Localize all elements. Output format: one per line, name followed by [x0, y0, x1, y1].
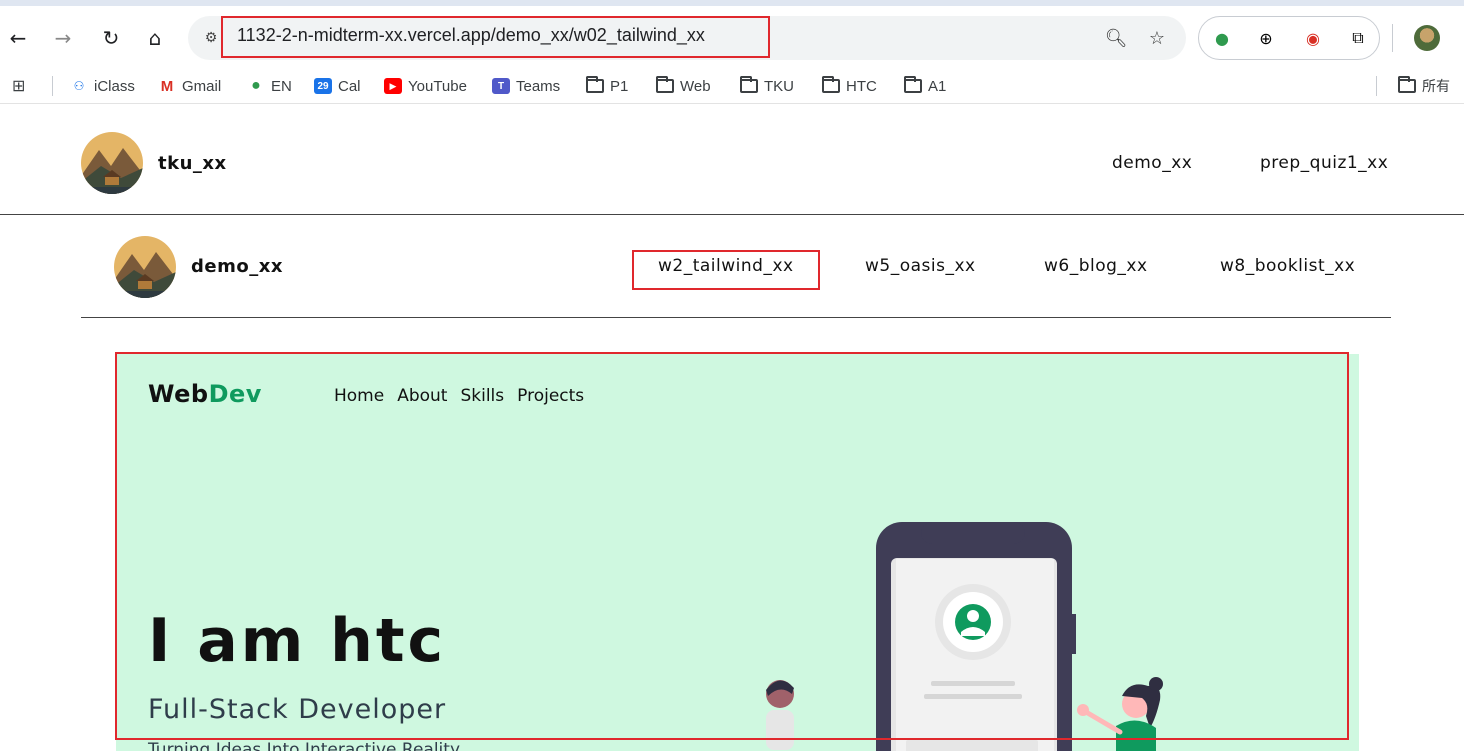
logo-accent: Dev: [208, 380, 262, 408]
gmail-icon: M: [160, 77, 174, 95]
bookmark-en[interactable]: ● EN: [247, 76, 292, 96]
folder-icon: [1398, 76, 1416, 93]
home-button[interactable]: ⌂: [139, 22, 171, 54]
hero-nav-skills[interactable]: Skills: [460, 386, 504, 406]
bookmark-label: HTC: [846, 77, 877, 95]
puzzle-extensions-icon[interactable]: ⧉: [1346, 26, 1370, 50]
bookmarks-divider: [1376, 76, 1377, 96]
hero-section: WebDev Home About Skills Projects I am h…: [116, 354, 1359, 751]
hero-tagline: Turning Ideas Into Interactive Reality: [148, 740, 461, 751]
hero-subtitle: Full-Stack Developer: [148, 694, 447, 725]
folder-icon: [740, 76, 758, 93]
bookmark-label: A1: [928, 77, 947, 95]
zoom-icon[interactable]: 🔍︎: [1104, 26, 1128, 50]
site-avatar[interactable]: [81, 132, 143, 194]
active-link-annotation-box: [632, 250, 820, 290]
back-button[interactable]: ←: [2, 22, 34, 54]
record-extension-icon[interactable]: ◉: [1301, 26, 1325, 50]
zoom-extension-icon[interactable]: ⊕: [1254, 26, 1278, 50]
subnav-divider: [81, 317, 1391, 318]
bookmark-tku[interactable]: TKU: [740, 76, 794, 96]
folder-icon: [586, 76, 604, 93]
bookmark-label: TKU: [764, 77, 794, 95]
other-bookmarks-label: 所有: [1422, 78, 1450, 94]
folder-icon: [904, 76, 922, 93]
demo-avatar[interactable]: [114, 236, 176, 298]
other-bookmarks[interactable]: 所有: [1398, 76, 1450, 96]
navbar-divider: [0, 214, 1464, 215]
profile-avatar[interactable]: [1414, 25, 1440, 51]
hero-nav-about[interactable]: About: [397, 386, 447, 406]
tab-strip: [0, 0, 1464, 6]
bookmark-label: Web: [680, 77, 711, 95]
hero-nav-projects[interactable]: Projects: [517, 386, 584, 406]
site-info-icon[interactable]: ⚙: [200, 27, 222, 49]
bookmark-label: EN: [271, 77, 292, 95]
bookmark-htc[interactable]: HTC: [822, 76, 877, 96]
logo-main: Web: [148, 380, 209, 408]
mountain-cabin-image: [114, 236, 176, 298]
bookmark-label: iClass: [94, 77, 135, 95]
folder-icon: [656, 76, 674, 93]
bookmark-label: Gmail: [182, 77, 222, 95]
bookmark-label: Cal: [338, 77, 361, 95]
page-content: tku_xx demo_xx prep_quiz1_xx demo_xx w2_…: [0, 104, 1464, 751]
evernote-icon: ●: [251, 77, 261, 94]
mountain-cabin-image: [81, 132, 143, 194]
folder-icon: [822, 76, 840, 93]
sub-link-w6-blog[interactable]: w6_blog_xx: [1044, 256, 1148, 276]
evernote-extension-icon[interactable]: ●: [1210, 26, 1234, 50]
demo-brand[interactable]: demo_xx: [191, 256, 283, 277]
teams-icon: T: [492, 78, 510, 94]
bookmark-cal[interactable]: 29 Cal: [314, 76, 361, 96]
youtube-icon: ▶: [384, 78, 402, 94]
bookmarks-bar: ⊞ ⚇ iClass M Gmail ● EN 29 Cal ▶ YouTube…: [0, 68, 1464, 104]
bookmarks-divider: [52, 76, 53, 96]
bookmark-gmail[interactable]: M Gmail: [158, 76, 221, 96]
webdev-logo[interactable]: WebDev: [148, 380, 262, 408]
iclass-icon: ⚇: [73, 79, 85, 93]
hero-nav-home[interactable]: Home: [334, 386, 384, 406]
browser-toolbar: ← → ↻ ⌂ ⚙ 1132-2-n-midterm-xx.vercel.app…: [0, 0, 1464, 68]
bookmark-p1[interactable]: P1: [586, 76, 628, 96]
site-brand[interactable]: tku_xx: [158, 153, 227, 174]
toolbar-divider: [1392, 24, 1393, 52]
bookmark-label: P1: [610, 77, 629, 95]
bookmark-youtube[interactable]: ▶ YouTube: [384, 76, 467, 96]
reload-button[interactable]: ↻: [95, 22, 127, 54]
forward-button[interactable]: →: [47, 22, 79, 54]
bookmark-star-icon[interactable]: ☆: [1145, 26, 1169, 50]
apps-grid-icon[interactable]: ⊞: [12, 76, 25, 96]
phone-illustration: [766, 522, 1163, 751]
bookmark-web[interactable]: Web: [656, 76, 711, 96]
bookmark-teams[interactable]: T Teams: [492, 76, 560, 96]
sub-link-w5-oasis[interactable]: w5_oasis_xx: [865, 256, 976, 276]
bookmark-label: YouTube: [408, 77, 467, 95]
bookmark-iclass[interactable]: ⚇ iClass: [70, 76, 135, 96]
url-annotation-box: [221, 16, 770, 58]
nav-link-demo[interactable]: demo_xx: [1112, 153, 1192, 173]
hero-nav: Home About Skills Projects: [334, 386, 584, 406]
sub-link-w8-booklist[interactable]: w8_booklist_xx: [1220, 256, 1355, 276]
bookmark-a1[interactable]: A1: [904, 76, 946, 96]
bookmark-label: Teams: [516, 77, 561, 95]
hero-title: I am htc: [148, 606, 447, 676]
calendar-icon: 29: [314, 78, 332, 94]
nav-link-prep-quiz[interactable]: prep_quiz1_xx: [1260, 153, 1388, 173]
